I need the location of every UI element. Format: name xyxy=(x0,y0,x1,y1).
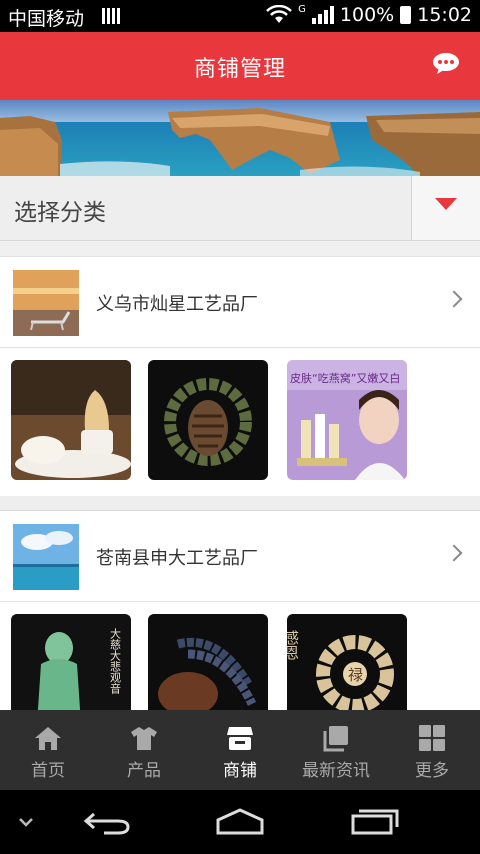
recent-apps-icon[interactable] xyxy=(350,806,400,836)
back-icon[interactable] xyxy=(82,808,132,836)
product-list: 皮肤“吃燕窝”又嫩又白 xyxy=(0,348,480,496)
shop-name: 苍南县申大工艺品厂 xyxy=(96,548,258,569)
store-icon xyxy=(227,727,253,750)
bottom-tab-bar: 首页 产品 商铺 最新资讯 更多 xyxy=(0,710,480,790)
product-image[interactable] xyxy=(148,360,268,480)
sim-signal-icon xyxy=(102,8,120,24)
tab-more[interactable]: 更多 xyxy=(384,710,480,790)
tab-label: 更多 xyxy=(415,761,449,781)
chevron-right-icon xyxy=(445,544,463,562)
cell-signal-icon xyxy=(311,6,334,24)
battery-icon xyxy=(400,6,412,24)
product-caption: 感恩 xyxy=(287,630,300,660)
product-image[interactable]: 皮肤“吃燕窝”又嫩又白 xyxy=(287,360,407,480)
chevron-right-icon xyxy=(445,290,463,308)
bead-center-text: 禄 xyxy=(348,666,363,684)
network-type-label: G xyxy=(298,4,306,15)
grid-icon xyxy=(419,725,445,751)
shop-thumbnail xyxy=(13,524,79,590)
shop-name: 义乌市灿星工艺品厂 xyxy=(96,294,258,315)
product-ad-text: 皮肤“吃燕窝”又嫩又白 xyxy=(290,371,400,385)
product-image[interactable] xyxy=(11,360,131,480)
tab-label: 最新资讯 xyxy=(302,761,370,781)
status-bar: 中国移动 G 100% 15:02 xyxy=(0,0,480,32)
shop-row[interactable]: 苍南县申大工艺品厂 xyxy=(0,511,480,602)
page-title: 商铺管理 xyxy=(193,57,286,82)
tab-stores[interactable]: 商铺 xyxy=(192,710,288,790)
news-icon xyxy=(323,726,348,752)
banner-image[interactable] xyxy=(0,100,480,176)
tab-home[interactable]: 首页 xyxy=(0,710,96,790)
category-select-label: 选择分类 xyxy=(14,200,106,226)
tab-label: 产品 xyxy=(127,761,161,781)
system-nav-bar xyxy=(0,790,480,854)
triangle-down-icon xyxy=(435,198,457,210)
home-nav-icon[interactable] xyxy=(214,806,266,836)
tab-label: 商铺 xyxy=(223,761,257,781)
shop-thumbnail xyxy=(13,270,79,336)
battery-percent: 100% xyxy=(339,4,395,26)
chevron-down-icon[interactable] xyxy=(18,816,34,828)
clock: 15:02 xyxy=(417,4,472,26)
tab-label: 首页 xyxy=(31,761,65,781)
tab-news[interactable]: 最新资讯 xyxy=(288,710,384,790)
wifi-icon xyxy=(266,5,293,23)
tab-products[interactable]: 产品 xyxy=(96,710,192,790)
shop-card: 义乌市灿星工艺品厂 皮肤“吃燕窝”又嫩又白 xyxy=(0,256,480,497)
product-caption: 大慈大悲观音 xyxy=(109,627,122,695)
category-select[interactable]: 选择分类 xyxy=(0,176,480,241)
shop-row[interactable]: 义乌市灿星工艺品厂 xyxy=(0,257,480,348)
section-divider xyxy=(0,496,480,511)
carrier-name: 中国移动 xyxy=(8,8,85,30)
home-icon xyxy=(35,727,61,750)
tshirt-icon xyxy=(131,727,157,750)
category-dropdown-button[interactable] xyxy=(411,176,480,240)
chat-bubble-icon[interactable] xyxy=(432,52,460,74)
app-header: 商铺管理 xyxy=(0,32,480,100)
